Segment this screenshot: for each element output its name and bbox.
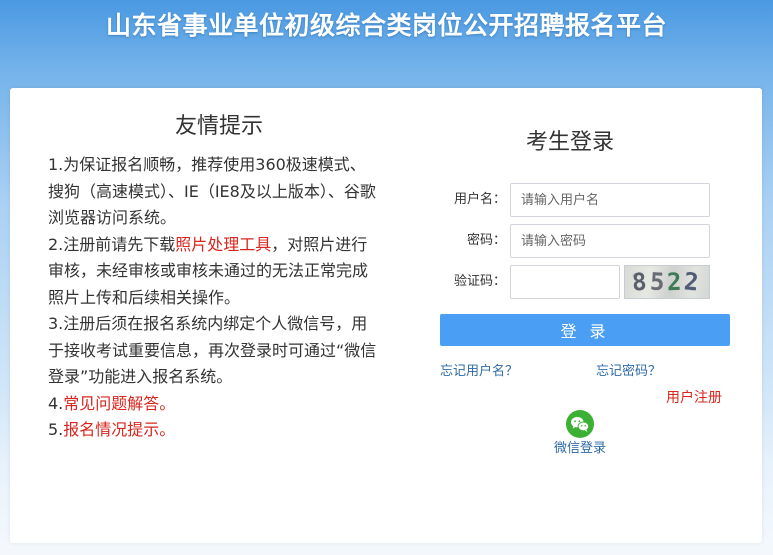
captcha-input[interactable]	[510, 265, 620, 299]
login-title: 考生登录	[525, 130, 614, 155]
tip-item-5: 5.报名情况提示。	[48, 417, 380, 444]
tip-item-5-prefix: 5.	[48, 420, 64, 439]
captcha-label: 验证码：	[453, 274, 506, 289]
wechat-login[interactable]: 微信登录	[550, 410, 610, 458]
wechat-icon	[566, 410, 594, 438]
forgot-password-link[interactable]: 忘记密码？	[596, 363, 661, 381]
tip-item-1: 1.为保证报名顺畅，推荐使用360极速模式、搜狗（高速模式）、IE（IE8及以上…	[48, 155, 376, 227]
faq-link[interactable]: 常见问题解答。	[63, 394, 175, 413]
main-panel: 友情提示 1.为保证报名顺畅，推荐使用360极速模式、搜狗（高速模式）、IE（I…	[10, 88, 762, 543]
login-section: 考生登录 用户名： 密码： 验证码： 8522 登 录 忘记用户名？ 忘记密码？…	[440, 88, 732, 543]
password-label: 密码：	[466, 233, 506, 248]
tip-item-4: 4.常见问题解答。	[48, 391, 380, 418]
tips-title: 友情提示	[174, 114, 263, 139]
site-title: 山东省事业单位初级综合类岗位公开招聘报名平台	[105, 11, 667, 40]
tip-item-3: 3.注册后须在报名系统内绑定个人微信号，用于接收考试重要信息，再次登录时可通过“…	[48, 314, 377, 386]
tips-body: 1.为保证报名顺畅，推荐使用360极速模式、搜狗（高速模式）、IE（IE8及以上…	[48, 152, 380, 444]
login-button[interactable]: 登 录	[440, 314, 730, 346]
captcha-image[interactable]: 8522	[624, 265, 710, 299]
username-input[interactable]	[510, 183, 710, 217]
captcha-char-1: 8	[631, 267, 651, 297]
captcha-char-2: 5	[648, 267, 668, 297]
tip-item-4-prefix: 4.	[48, 393, 64, 413]
forgot-username-link[interactable]: 忘记用户名？	[440, 363, 518, 381]
wechat-login-label: 微信登录	[553, 441, 606, 456]
tip-item-2-text-before: 2.注册前请先下载	[48, 234, 176, 254]
captcha-char-4: 2	[683, 267, 704, 297]
tip-item-2: 2.注册前请先下载照片处理工具，对照片进行审核，未经审核或审核未通过的无法正常完…	[48, 232, 380, 312]
registration-status-link[interactable]: 报名情况提示。	[63, 420, 175, 439]
photo-tool-link[interactable]: 照片处理工具	[175, 235, 271, 254]
tips-section: 友情提示 1.为保证报名顺畅，推荐使用360极速模式、搜狗（高速模式）、IE（I…	[48, 112, 380, 444]
register-link[interactable]: 用户注册	[666, 389, 722, 407]
password-input[interactable]	[510, 224, 710, 258]
username-label: 用户名：	[453, 192, 506, 207]
